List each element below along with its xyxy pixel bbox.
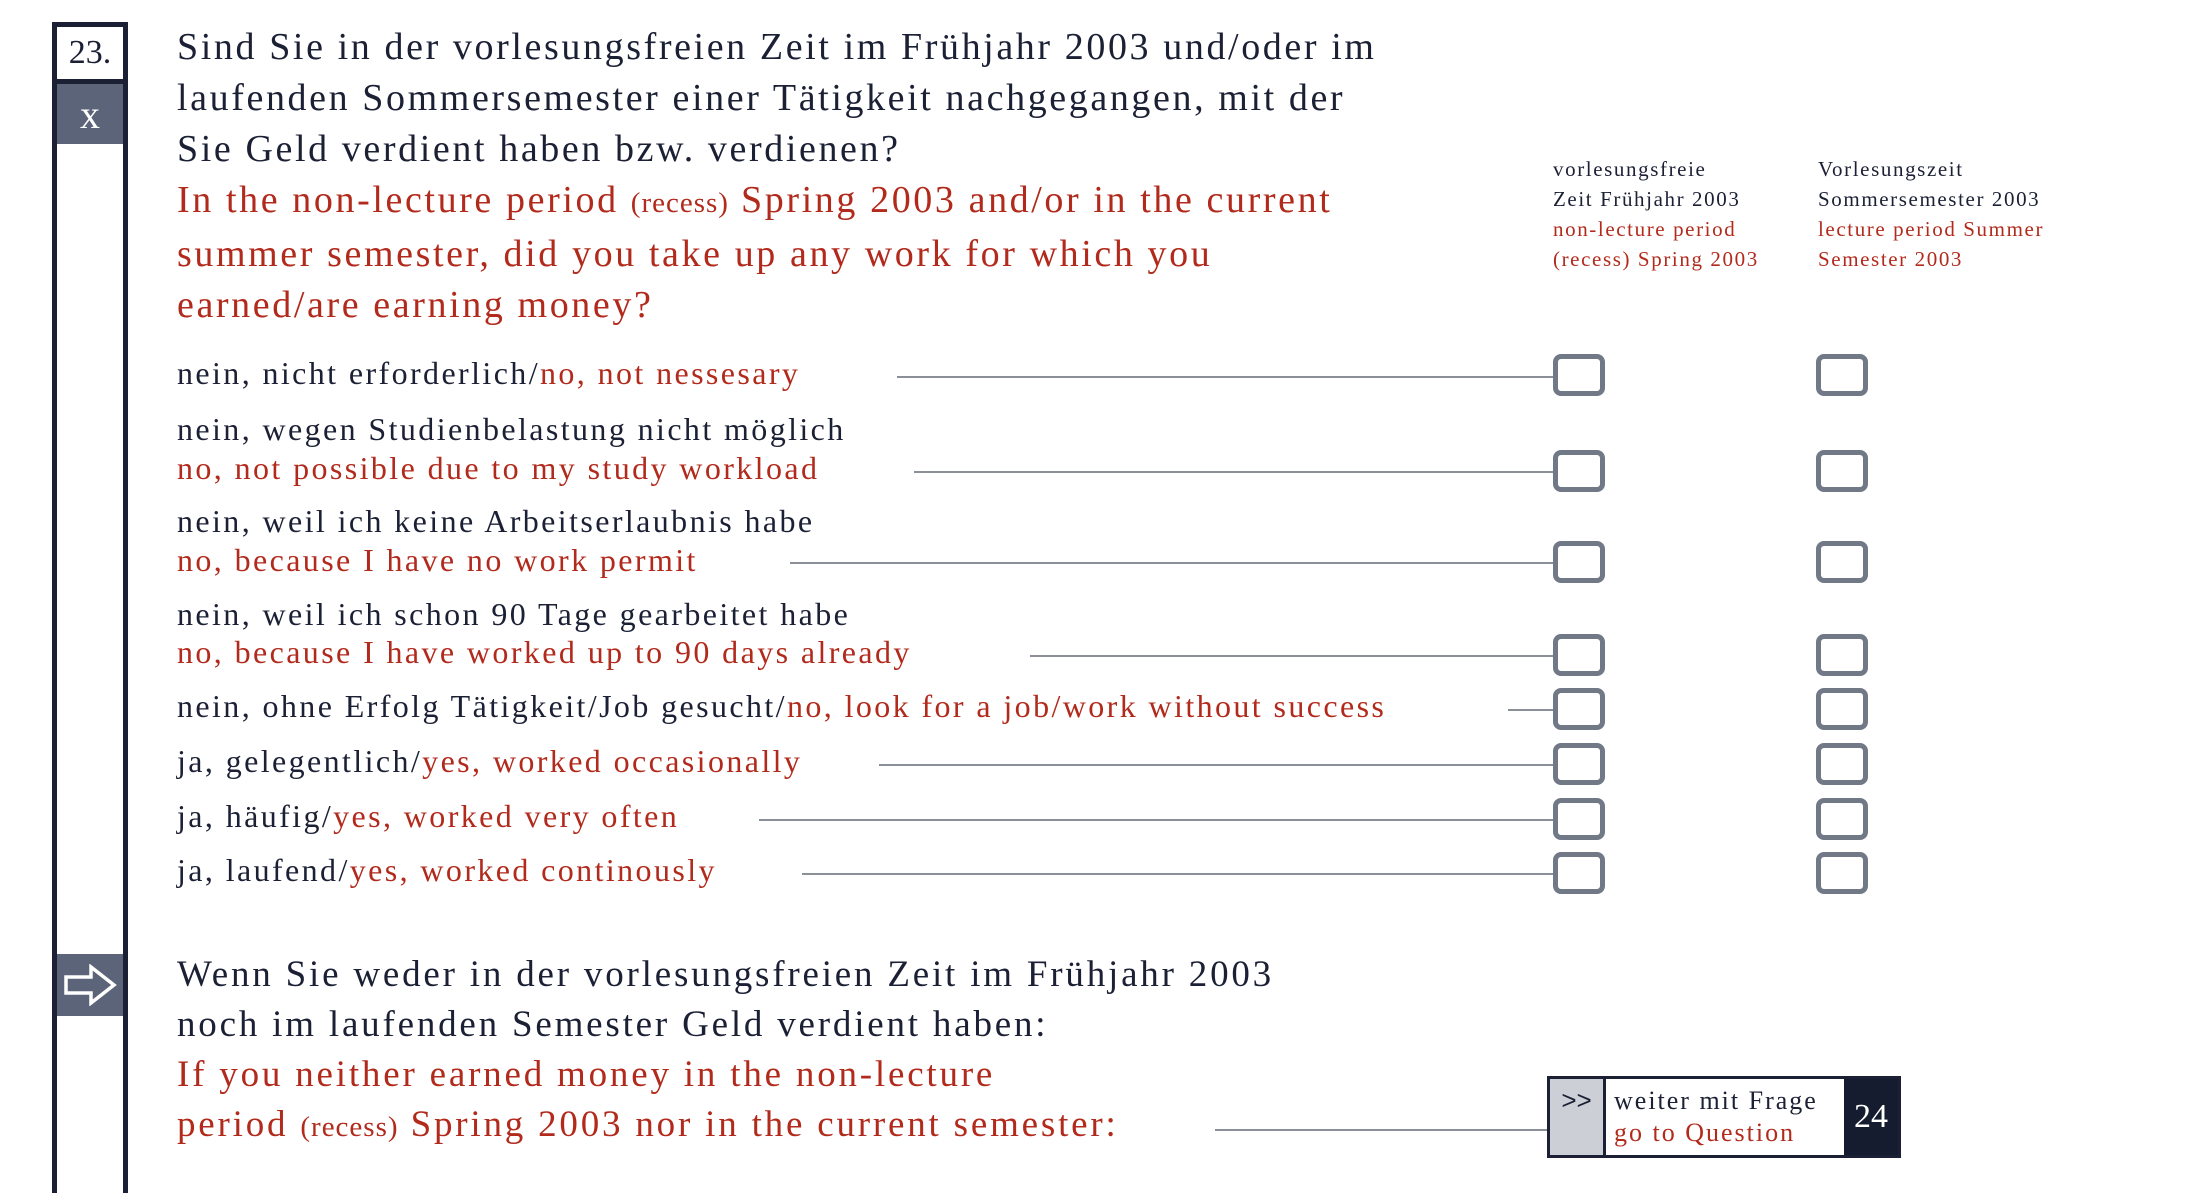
- option-no-permit-en: no, because I have no work permit: [177, 542, 698, 578]
- option-90-days-de: nein, weil ich schon 90 Tage gearbeitet …: [177, 596, 851, 632]
- option-job-search: nein, ohne Erfolg Tätigkeit/Job gesucht/…: [177, 688, 1387, 724]
- filter-arrow-icon: [57, 954, 123, 1016]
- question-de-line-2: laufenden Sommersemester einer Tätigkeit…: [177, 77, 1346, 119]
- leader-line: [1215, 1129, 1547, 1131]
- goto-question-number: 24: [1844, 1079, 1898, 1155]
- leader-line: [879, 764, 1553, 766]
- checkbox-recess-90-days[interactable]: [1553, 634, 1605, 676]
- leader-line: [897, 376, 1553, 378]
- leader-line: [802, 873, 1553, 875]
- leader-line: [914, 471, 1553, 473]
- checkbox-recess-very-often[interactable]: [1553, 798, 1605, 840]
- checkbox-lecture-not-necessary[interactable]: [1816, 354, 1868, 396]
- option-study-workload-de: nein, wegen Studienbelastung nicht mögli…: [177, 411, 846, 447]
- option-study-workload-en: no, not possible due to my study workloa…: [177, 450, 820, 486]
- checkbox-recess-not-necessary[interactable]: [1553, 354, 1605, 396]
- leader-line: [790, 562, 1553, 564]
- left-margin-bar: [52, 22, 128, 1193]
- skip-chevron-icon: >>: [1550, 1079, 1606, 1155]
- leader-line: [1508, 709, 1553, 711]
- checkbox-lecture-no-permit[interactable]: [1816, 541, 1868, 583]
- question-de-line-1: Sind Sie in der vorlesungsfreien Zeit im…: [177, 26, 1377, 68]
- checkbox-recess-no-permit[interactable]: [1553, 541, 1605, 583]
- option-continuously: ja, laufend/yes, worked continously: [177, 852, 717, 888]
- option-very-often: ja, häufig/yes, worked very often: [177, 798, 680, 834]
- checkbox-lecture-study-workload[interactable]: [1816, 450, 1868, 492]
- option-no-permit-de: nein, weil ich keine Arbeitserlaubnis ha…: [177, 503, 815, 539]
- checkbox-lecture-continuously[interactable]: [1816, 852, 1868, 894]
- option-not-necessary: nein, nicht erforderlich/no, not nessesa…: [177, 355, 801, 391]
- checkbox-lecture-job-search[interactable]: [1816, 688, 1868, 730]
- question-number: 23.: [52, 22, 128, 84]
- answer-all-marker: x: [57, 84, 123, 144]
- option-90-days-en: no, because I have worked up to 90 days …: [177, 634, 912, 670]
- checkbox-recess-job-search[interactable]: [1553, 688, 1605, 730]
- filter-instruction: Wenn Sie weder in der vorlesungsfreien Z…: [177, 954, 1274, 1145]
- question-de-line-3: Sie Geld verdient haben bzw. verdienen?: [177, 128, 901, 170]
- question-en-line-2: summer semester, did you take up any wor…: [177, 233, 1213, 275]
- checkbox-recess-study-workload[interactable]: [1553, 450, 1605, 492]
- column-header-recess: vorlesungsfreie Zeit Frühjahr 2003 non-l…: [1553, 157, 1759, 271]
- leader-line: [759, 819, 1553, 821]
- column-header-lecture: Vorlesungszeit Sommersemester 2003 lectu…: [1818, 157, 2045, 271]
- checkbox-lecture-very-often[interactable]: [1816, 798, 1868, 840]
- checkbox-lecture-occasionally[interactable]: [1816, 743, 1868, 785]
- checkbox-recess-occasionally[interactable]: [1553, 743, 1605, 785]
- checkbox-lecture-90-days[interactable]: [1816, 634, 1868, 676]
- question-en-line-1: In the non-lecture period (recess) Sprin…: [177, 179, 1333, 221]
- leader-line: [1030, 655, 1553, 657]
- checkbox-recess-continuously[interactable]: [1553, 852, 1605, 894]
- question-en-line-3: earned/are earning money?: [177, 284, 654, 326]
- goto-question-box: >> weiter mit Frage go to Question 24: [1547, 1076, 1901, 1158]
- option-occasionally: ja, gelegentlich/yes, worked occasionall…: [177, 743, 803, 779]
- question-text: Sind Sie in der vorlesungsfreien Zeit im…: [177, 22, 1477, 331]
